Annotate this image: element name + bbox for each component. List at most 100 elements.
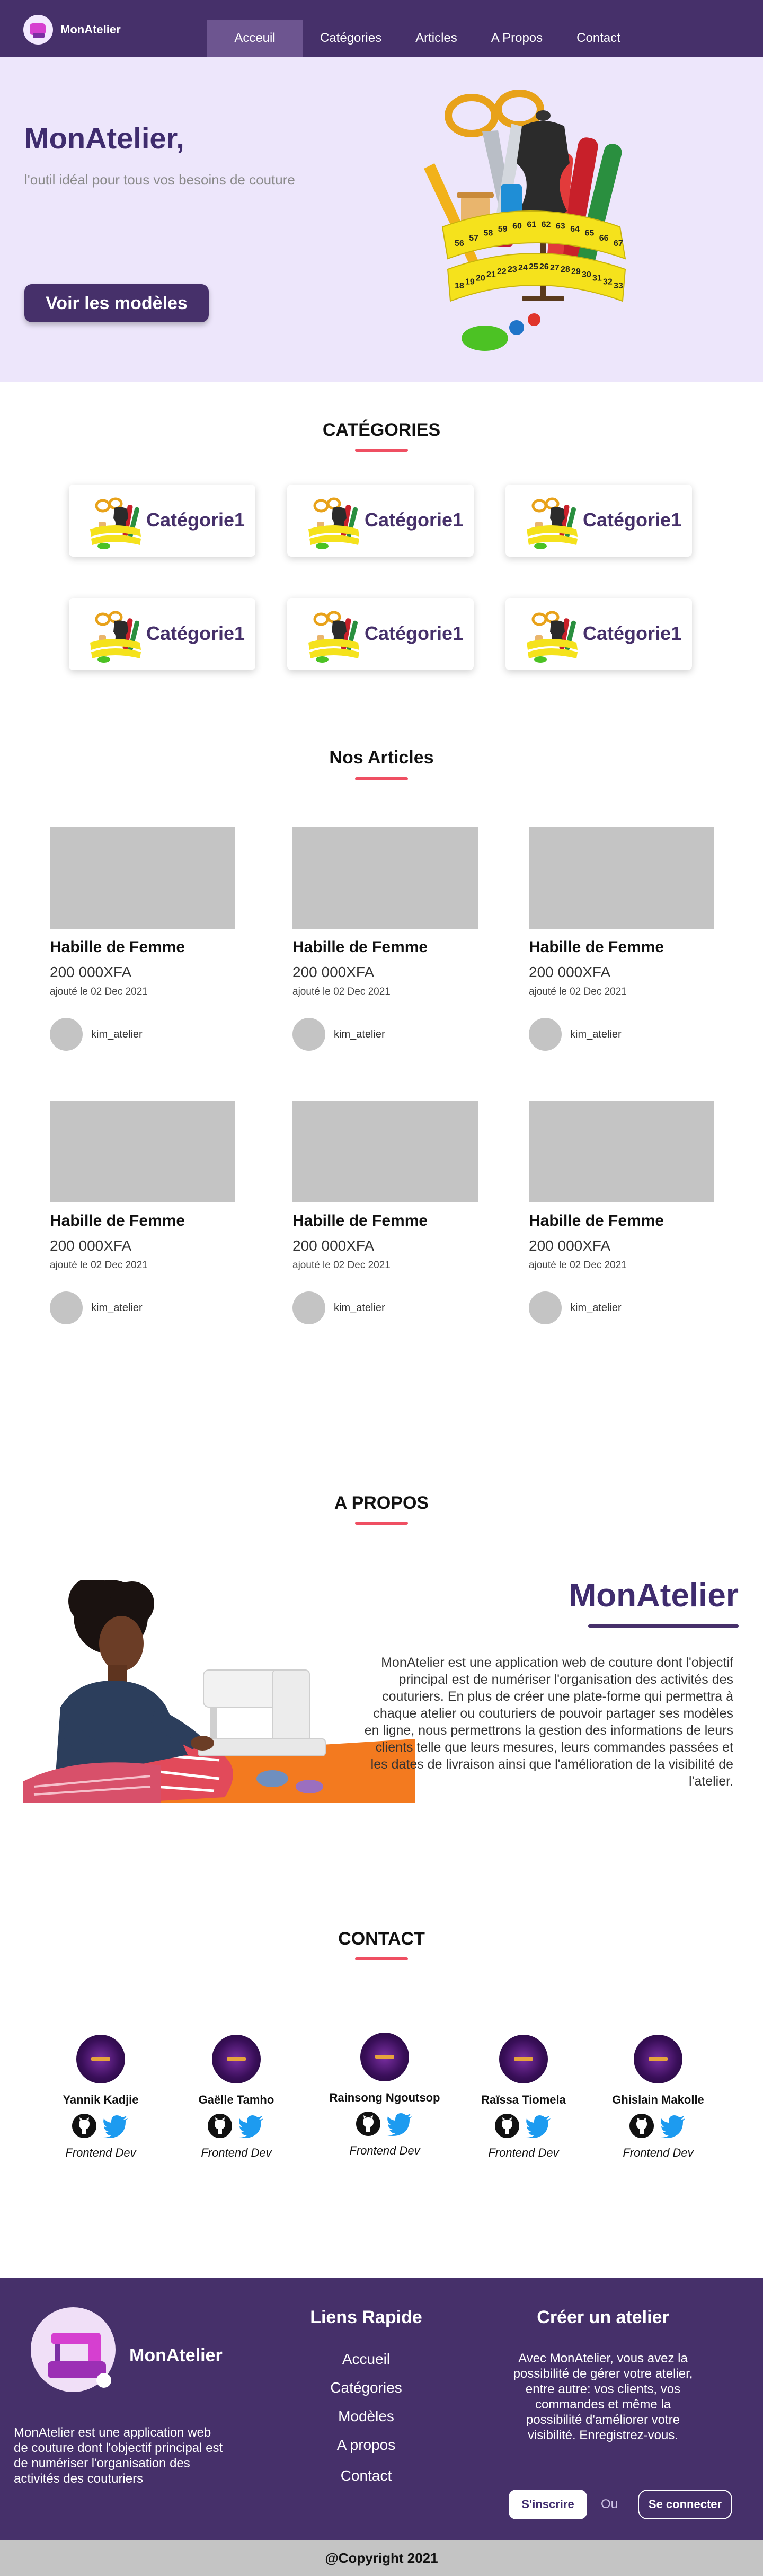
avatar[interactable] xyxy=(529,1291,562,1324)
avatar[interactable] xyxy=(50,1291,83,1324)
tape-number: 22 xyxy=(497,267,507,276)
nav-item-categories[interactable]: Catégories xyxy=(303,20,398,57)
signup-button[interactable]: S'inscrire xyxy=(509,2490,587,2519)
article-card: Habille de Femme 200 000XFA ajouté le 02… xyxy=(50,1101,235,1344)
twitter-icon[interactable] xyxy=(660,2113,687,2139)
tape-number: 62 xyxy=(542,220,551,229)
tape-number: 27 xyxy=(550,263,560,272)
categories-underline xyxy=(355,449,408,452)
tape-number: 23 xyxy=(508,265,517,274)
article-price: 200 000XFA xyxy=(50,964,132,980)
article-author[interactable]: kim_atelier xyxy=(570,1028,622,1041)
about-underline xyxy=(355,1522,408,1525)
avatar xyxy=(76,2035,125,2083)
article-title[interactable]: Habille de Femme xyxy=(50,1212,185,1230)
article-card: Habille de Femme 200 000XFA ajouté le 02… xyxy=(292,827,478,1071)
article-author[interactable]: kim_atelier xyxy=(91,1302,143,1314)
article-image[interactable] xyxy=(50,1101,235,1202)
tape-number: 18 xyxy=(455,282,464,291)
member-role: Frontend Dev xyxy=(201,2146,272,2159)
tape-number: 31 xyxy=(592,274,602,283)
article-price: 200 000XFA xyxy=(292,964,375,980)
twitter-icon[interactable] xyxy=(386,2111,414,2137)
article-date: ajouté le 02 Dec 2021 xyxy=(529,986,627,997)
article-price: 200 000XFA xyxy=(292,1237,375,1254)
category-label: Catégorie1 xyxy=(146,509,245,531)
tape-number: 63 xyxy=(556,222,565,231)
tape-number: 66 xyxy=(599,234,609,243)
nav-item-articles[interactable]: Articles xyxy=(398,20,474,57)
articles-title: Nos Articles xyxy=(329,748,434,768)
footer-link-contact[interactable]: Contact xyxy=(258,2467,475,2484)
tape-number: 59 xyxy=(498,225,508,234)
category-card[interactable]: Catégorie1 xyxy=(505,485,692,557)
category-card[interactable]: Catégorie1 xyxy=(287,485,474,557)
article-image[interactable] xyxy=(529,1101,714,1202)
article-title[interactable]: Habille de Femme xyxy=(529,938,664,956)
tape-number: 21 xyxy=(486,270,496,279)
footer-link-accueil[interactable]: Accueil xyxy=(258,2351,475,2368)
article-image[interactable] xyxy=(292,1101,478,1202)
twitter-icon[interactable] xyxy=(238,2113,265,2139)
twitter-icon[interactable] xyxy=(525,2113,553,2139)
nav-item-contact[interactable]: Contact xyxy=(560,20,637,57)
page: MonAtelier Acceuil Catégories Articles A… xyxy=(0,0,763,2576)
article-author[interactable]: kim_atelier xyxy=(91,1028,143,1041)
avatar[interactable] xyxy=(529,1018,562,1051)
member-role: Frontend Dev xyxy=(488,2146,559,2159)
hero-section: MonAtelier, l'outil idéal pour tous vos … xyxy=(0,57,763,382)
footer-brand: MonAtelier xyxy=(129,2345,223,2366)
category-label: Catégorie1 xyxy=(365,509,464,531)
tape-number: 19 xyxy=(465,278,475,287)
category-thumbnail xyxy=(519,494,582,549)
article-date: ajouté le 02 Dec 2021 xyxy=(292,986,391,997)
tape-number: 60 xyxy=(512,222,522,231)
tape-number: 61 xyxy=(527,220,536,229)
tape-number: 30 xyxy=(582,270,591,279)
avatar[interactable] xyxy=(292,1291,325,1324)
article-card: Habille de Femme 200 000XFA ajouté le 02… xyxy=(292,1101,478,1344)
category-card[interactable]: Catégorie1 xyxy=(69,485,255,557)
article-title[interactable]: Habille de Femme xyxy=(50,938,185,956)
article-title[interactable]: Habille de Femme xyxy=(529,1212,664,1230)
about-name-underline xyxy=(588,1624,739,1628)
github-icon[interactable] xyxy=(356,2111,381,2137)
member-name: Ghislain Makolle xyxy=(612,2093,704,2106)
github-icon[interactable] xyxy=(629,2113,654,2139)
category-card[interactable]: Catégorie1 xyxy=(69,598,255,670)
about-title: A PROPOS xyxy=(334,1493,429,1513)
github-icon[interactable] xyxy=(494,2113,520,2139)
sewing-machine-logo-icon xyxy=(30,2306,125,2396)
contact-title: CONTACT xyxy=(338,1929,425,1949)
main-nav: Acceuil Catégories Articles A Propos Con… xyxy=(207,20,637,57)
tape-number: 32 xyxy=(603,278,613,287)
category-card[interactable]: Catégorie1 xyxy=(505,598,692,670)
nav-item-a-propos[interactable]: A Propos xyxy=(474,20,560,57)
category-thumbnail xyxy=(519,608,582,663)
avatar[interactable] xyxy=(50,1018,83,1051)
avatar[interactable] xyxy=(292,1018,325,1051)
article-author[interactable]: kim_atelier xyxy=(334,1302,385,1314)
github-icon[interactable] xyxy=(72,2113,97,2139)
footer-link-modeles[interactable]: Modèles xyxy=(258,2408,475,2425)
category-card[interactable]: Catégorie1 xyxy=(287,598,474,670)
tape-number: 67 xyxy=(614,239,623,248)
article-title[interactable]: Habille de Femme xyxy=(292,1212,428,1230)
tape-number: 28 xyxy=(561,265,570,274)
article-title[interactable]: Habille de Femme xyxy=(292,938,428,956)
article-image[interactable] xyxy=(50,827,235,929)
footer-link-a-propos[interactable]: A propos xyxy=(258,2437,475,2454)
twitter-icon[interactable] xyxy=(102,2113,130,2139)
footer-link-categories[interactable]: Catégories xyxy=(258,2379,475,2396)
github-icon[interactable] xyxy=(207,2113,233,2139)
brand[interactable]: MonAtelier xyxy=(23,15,121,45)
login-button[interactable]: Se connecter xyxy=(638,2490,732,2519)
article-image[interactable] xyxy=(529,827,714,929)
see-models-button[interactable]: Voir les modèles xyxy=(24,284,209,322)
tape-number: 26 xyxy=(539,262,549,271)
article-author[interactable]: kim_atelier xyxy=(334,1028,385,1041)
article-image[interactable] xyxy=(292,827,478,929)
nav-item-acceuil[interactable]: Acceuil xyxy=(207,20,303,57)
article-author[interactable]: kim_atelier xyxy=(570,1302,622,1314)
member-name: Raïssa Tiomela xyxy=(481,2093,566,2106)
